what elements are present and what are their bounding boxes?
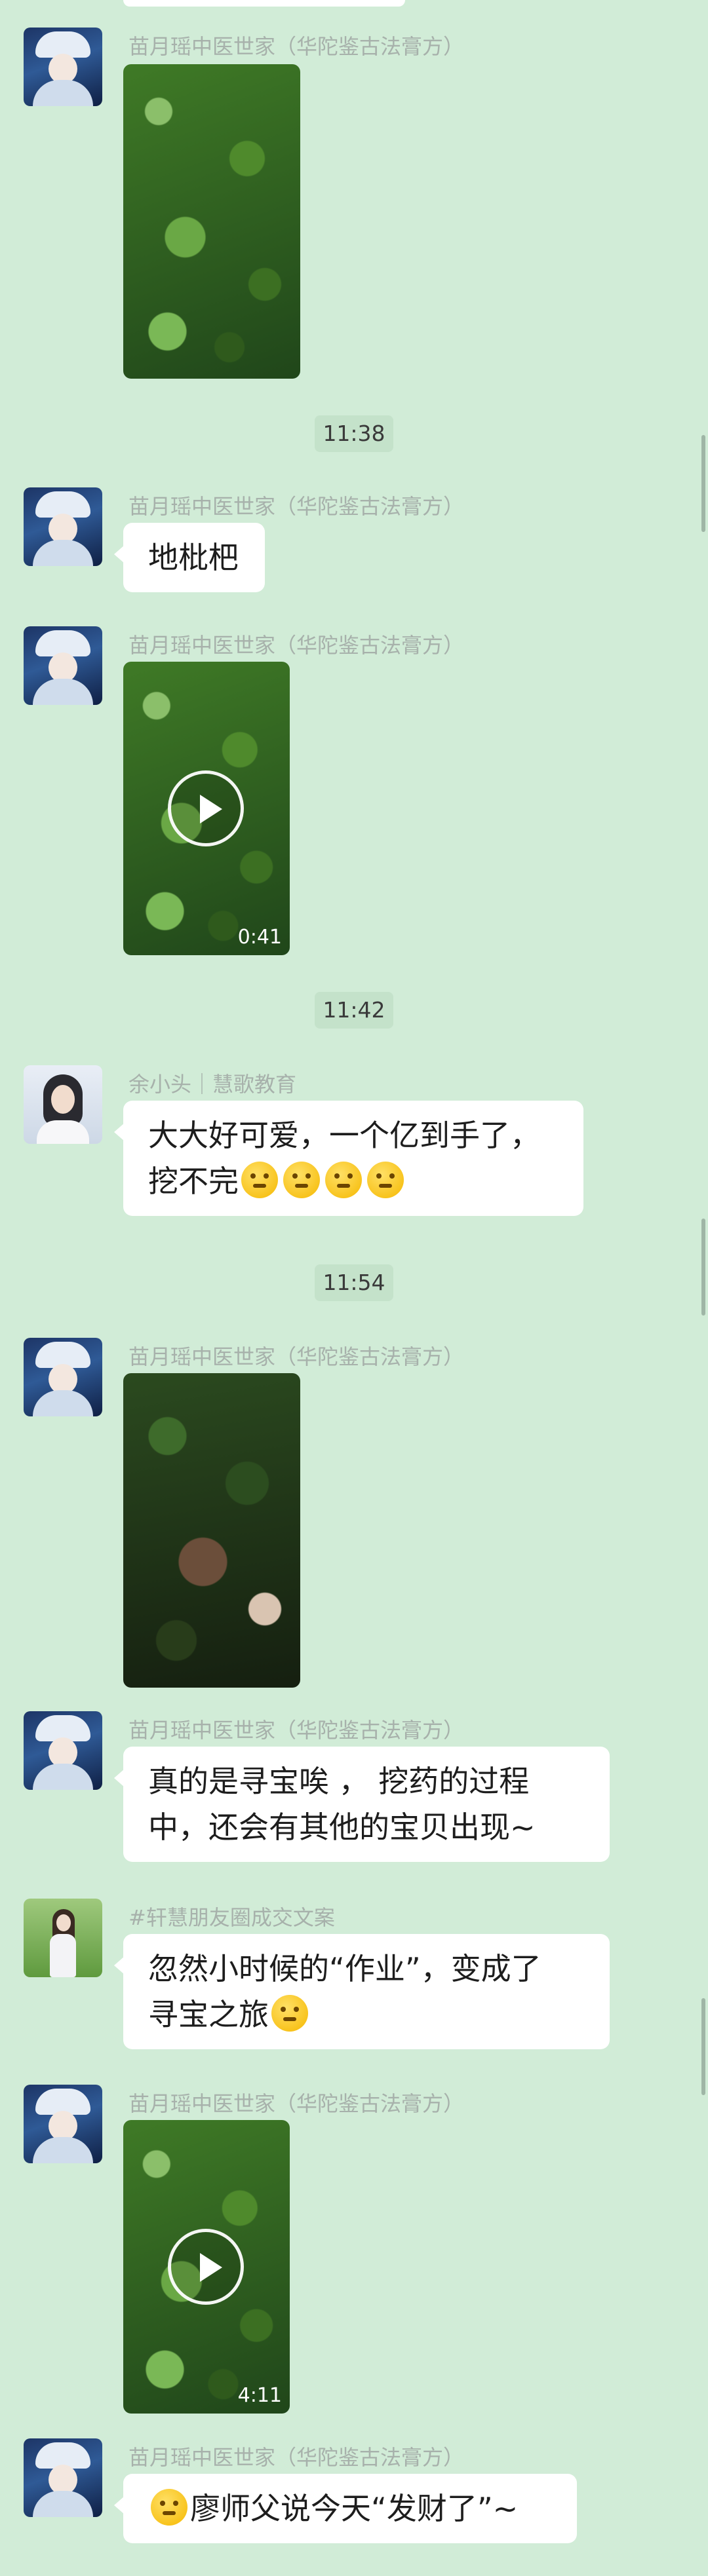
sender-name: 苗月瑶中医世家（华陀鉴古法膏方） [128,633,465,658]
sender-name: 苗月瑶中医世家（华陀鉴古法膏方） [128,2445,465,2470]
message-line-with-emoji: 挖不完 [148,1158,557,1204]
thinking-face-emoji [325,1162,362,1198]
sender-name: 苗月瑶中医世家（华陀鉴古法膏方） [128,1718,465,1743]
avatar[interactable] [24,28,102,106]
video-duration: 4:11 [237,2384,282,2407]
avatar[interactable] [24,1711,102,1790]
avatar[interactable] [24,2438,102,2517]
video-message[interactable]: 0:41 [123,662,290,955]
thinking-face-emoji [271,1995,308,2032]
play-icon[interactable] [168,770,244,846]
message-line: 真的是寻宝唉 ， 挖药的过程 [148,1764,530,1799]
message-line: 忽然小时候的“作业”，变成了 [148,1951,541,1986]
sender-name: 余小头｜慧歌教育 [128,1072,297,1097]
text-message[interactable]: 真的是寻宝唉 ， 挖药的过程 中，还会有其他的宝贝出现~ [114,1747,610,1862]
video-message[interactable]: 4:11 [123,2120,290,2414]
sender-name: 苗月瑶中医世家（华陀鉴古法膏方） [128,34,465,59]
thinking-face-emoji [151,2489,187,2526]
avatar[interactable] [24,1899,102,1977]
sender-name: #轩慧朋友圈成交文案 [128,1905,335,1930]
play-icon[interactable] [168,2229,244,2305]
message-line: 中，还会有其他的宝贝出现~ [148,1809,536,1845]
avatar[interactable] [24,1065,102,1144]
partial-bubble-top [123,0,405,7]
text-message[interactable]: 地枇杷 [114,523,265,592]
thinking-face-emoji [283,1162,320,1198]
image-message[interactable] [123,64,300,379]
avatar[interactable] [24,2085,102,2163]
sender-name: 苗月瑶中医世家（华陀鉴古法膏方） [128,494,465,519]
text-message[interactable]: 廖师父说今天“发财了”~ [114,2474,577,2543]
thinking-face-emoji [241,1162,278,1198]
video-duration: 0:41 [237,926,282,949]
avatar[interactable] [24,487,102,566]
timestamp: 11:42 [315,992,393,1029]
scrollbar[interactable] [701,435,705,532]
sender-name: 苗月瑶中医世家（华陀鉴古法膏方） [128,2091,465,2116]
timestamp: 11:54 [315,1264,393,1301]
message-text: 地枇杷 [148,540,239,575]
thinking-face-emoji [367,1162,404,1198]
message-line: 大大好可爱，一个亿到手了， [148,1118,540,1153]
sender-name: 苗月瑶中医世家（华陀鉴古法膏方） [128,1344,465,1369]
text-message[interactable]: 忽然小时候的“作业”，变成了 寻宝之旅 [114,1934,610,2049]
avatar[interactable] [24,1338,102,1416]
scrollbar[interactable] [701,1219,705,1316]
avatar[interactable] [24,626,102,705]
message-text: 廖师父说今天“发财了”~ [190,2491,519,2526]
timestamp: 11:38 [315,415,393,452]
image-message[interactable] [123,1373,300,1688]
scrollbar[interactable] [701,1998,705,2095]
message-line-with-emoji: 寻宝之旅 [148,1992,583,2037]
text-message[interactable]: 大大好可爱，一个亿到手了， 挖不完 [114,1101,583,1216]
